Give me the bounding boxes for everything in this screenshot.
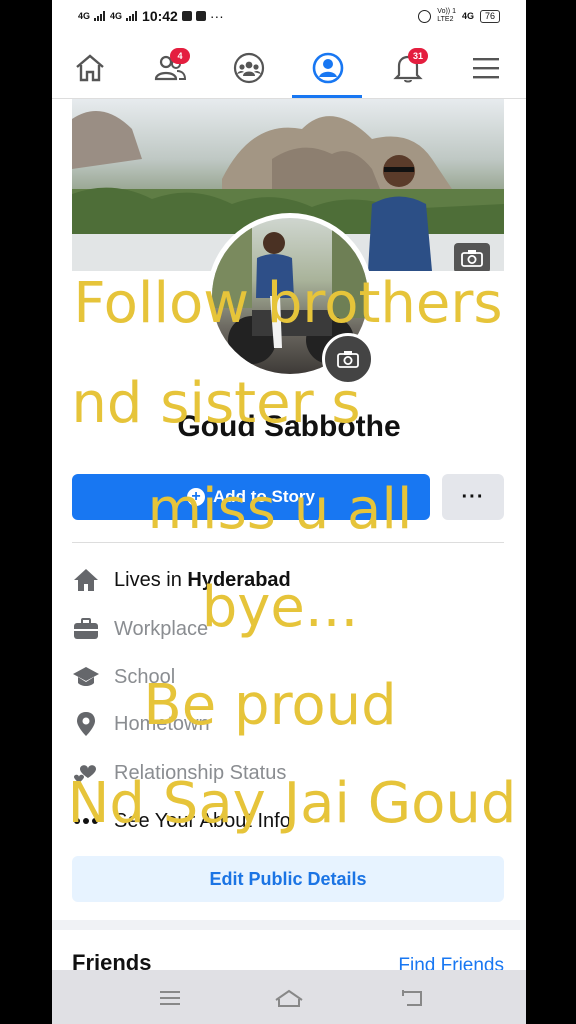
cover-camera-button[interactable] (454, 243, 490, 271)
message-notification-icon (195, 11, 206, 21)
volte-indicator: Vo)) 1 LTE2 (437, 8, 456, 24)
nav-notifications[interactable]: 31 (386, 48, 430, 88)
nav-friends[interactable]: 4 (148, 48, 192, 88)
signal-bars-icon (126, 11, 138, 21)
signal-1-label: 4G (78, 11, 91, 21)
media-notification-icon (181, 11, 192, 21)
detail-school[interactable]: School (72, 659, 175, 695)
profile-icon (312, 52, 344, 84)
recent-apps-button[interactable] (150, 986, 190, 1010)
detail-see-about[interactable]: See Your About Info (72, 803, 291, 839)
camera-icon (337, 351, 359, 368)
menu-lines-icon (160, 991, 180, 1005)
detail-hometown-label: Hometown (114, 712, 210, 735)
nav-groups[interactable] (227, 48, 271, 88)
signal-2-label: 4G (110, 11, 123, 21)
phone-screen: 4G 4G 10:42 ··· Vo)) 1 LTE2 4G 76 4 31 G… (52, 0, 526, 1024)
hamburger-menu-icon (473, 58, 499, 79)
back-icon (402, 990, 422, 1006)
home-outline-icon (275, 989, 303, 1007)
camera-icon (461, 250, 483, 267)
back-nav-button[interactable] (392, 986, 432, 1010)
plus-icon: + (187, 488, 205, 506)
network-label: 4G (461, 11, 474, 21)
home-nav-button[interactable] (269, 986, 309, 1010)
profile-picture-camera-button[interactable] (322, 333, 374, 385)
detail-current-city[interactable]: Lives in Hyderabad (72, 562, 291, 598)
more-notifications-dots: ··· (209, 8, 224, 24)
graduation-cap-icon (72, 663, 100, 691)
briefcase-icon (72, 615, 100, 643)
detail-workplace[interactable]: Workplace (72, 611, 208, 647)
add-to-story-label: Add to Story (213, 487, 315, 506)
system-navigation-bar (52, 970, 526, 1024)
edit-public-details-button[interactable]: Edit Public Details (72, 856, 504, 902)
more-options-button[interactable]: ··· (442, 474, 504, 520)
location-pin-icon (72, 710, 100, 738)
nav-home[interactable] (68, 48, 112, 88)
status-left: 4G 4G 10:42 ··· (78, 8, 224, 24)
detail-hometown[interactable]: Hometown (72, 706, 210, 742)
detail-see-about-label: See Your About Info (114, 809, 291, 832)
alarm-icon (418, 9, 432, 23)
profile-name: Goud Sabbothe (177, 410, 401, 443)
detail-school-label: School (114, 665, 176, 688)
nav-profile[interactable] (306, 48, 350, 88)
divider (72, 542, 504, 543)
clock-time: 10:42 (142, 8, 178, 24)
home-icon (72, 566, 100, 594)
notifications-badge: 31 (408, 48, 428, 64)
home-icon (76, 54, 104, 82)
volte-bottom-label: LTE2 (437, 16, 454, 23)
section-separator (52, 920, 526, 930)
detail-relationship[interactable]: Relationship Status (72, 755, 286, 791)
nav-menu[interactable] (464, 48, 508, 88)
friends-badge: 4 (170, 48, 190, 64)
battery-indicator: 76 (479, 9, 500, 23)
status-right: Vo)) 1 LTE2 4G 76 (418, 8, 500, 24)
top-nav-bar: 4 31 (52, 38, 526, 99)
status-bar: 4G 4G 10:42 ··· Vo)) 1 LTE2 4G 76 (52, 0, 526, 32)
add-to-story-button[interactable]: + Add to Story (72, 474, 430, 520)
dots-icon (72, 807, 100, 835)
groups-icon (233, 52, 265, 84)
hearts-icon (72, 759, 100, 787)
detail-city-prefix: Lives in (114, 568, 188, 591)
active-tab-indicator (292, 95, 362, 98)
detail-relationship-label: Relationship Status (114, 761, 287, 784)
detail-workplace-label: Workplace (114, 617, 209, 640)
signal-bars-icon (94, 11, 106, 21)
detail-city-value: Hyderabad (187, 568, 291, 591)
volte-top-label: Vo)) 1 (437, 8, 456, 15)
